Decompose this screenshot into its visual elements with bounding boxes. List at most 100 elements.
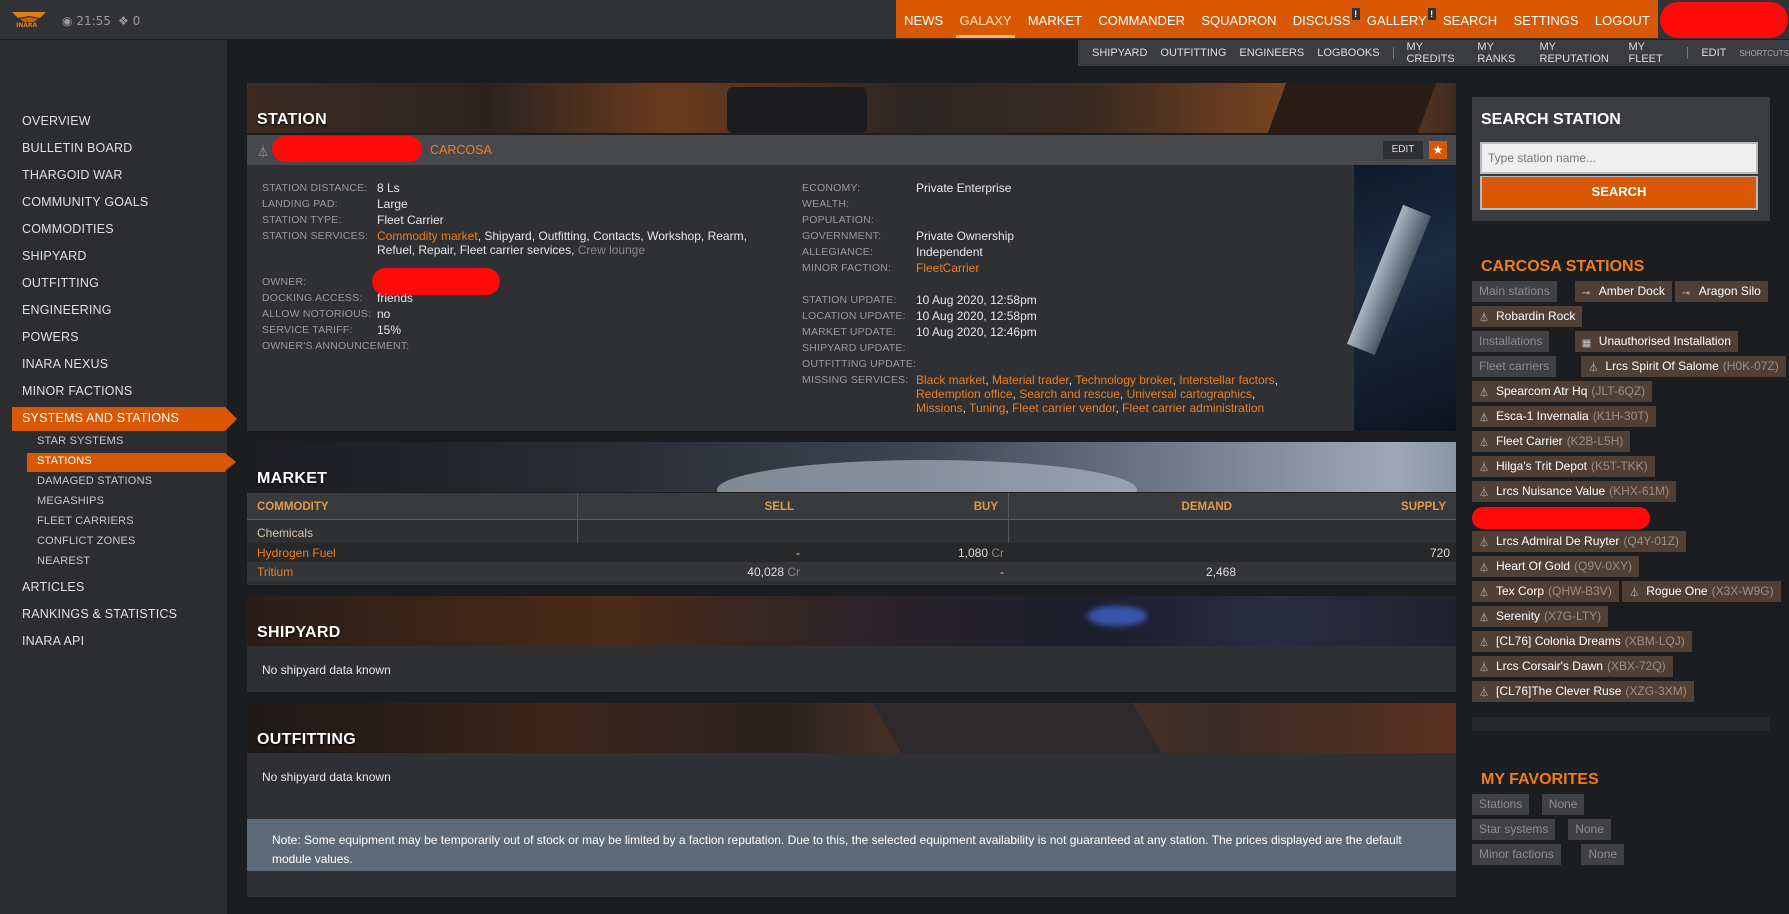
missing-service-material-trader[interactable]: Material trader [992,373,1069,387]
sidebar-subitem-conflict-zones[interactable]: CONFLICT ZONES [37,535,136,547]
fleet-carrier-icon: ⏃ [1479,588,1489,599]
station-link-aragon-silo[interactable]: ⊸ Aragon Silo [1674,281,1768,302]
inara-logo[interactable]: INARA [10,8,48,30]
nav-market[interactable]: MARKET [1025,0,1085,38]
sidebar-subitem-stations[interactable]: STATIONS [37,455,92,467]
station-link-cl76-colonia-dreams[interactable]: ⏃ [CL76] Colonia Dreams (XBM-LQJ) [1472,631,1692,652]
station-link-heart-of-gold[interactable]: ⏃ Heart Of Gold (Q9V-0XY) [1472,556,1640,577]
missing-service-black-market[interactable]: Black market [916,373,985,387]
station-link-esca-1-invernalia[interactable]: ⏃ Esca-1 Invernalia (K1H-30T) [1472,406,1656,427]
subnav-my-credits[interactable]: MY CREDITS [1406,41,1464,65]
sidebar-item-powers[interactable]: POWERS [22,330,79,344]
sidebar-item-minor-factions[interactable]: MINOR FACTIONS [22,384,132,398]
missing-service-search-and-rescue[interactable]: Search and rescue [1019,387,1120,401]
station-search-input[interactable] [1482,144,1756,172]
nav-gallery[interactable]: GALLERY! [1364,0,1436,38]
subnav-logbooks[interactable]: LOGBOOKS [1317,47,1379,59]
messages[interactable]: ❖ 0 [118,14,140,28]
sidebar-subitem-damaged-stations[interactable]: DAMAGED STATIONS [37,475,152,487]
missing-service-interstellar-factors[interactable]: Interstellar factors [1179,373,1274,387]
nav-settings[interactable]: SETTINGS [1511,0,1582,38]
subnav-outfitting[interactable]: OUTFITTING [1160,47,1226,59]
sidebar-item-systems-and-stations[interactable]: SYSTEMS AND STATIONS [22,411,179,425]
label-allegiance: ALLEGIANCE: [802,246,874,258]
sidebar-subitem-star-systems[interactable]: STAR SYSTEMS [37,435,124,447]
sidebar-item-inara-api[interactable]: INARA API [22,634,84,648]
station-search-button[interactable]: SEARCH [1482,177,1756,208]
nav-squadron[interactable]: SQUADRON [1198,0,1279,38]
station-link-fleet-carrier[interactable]: ⏃ Fleet Carrier (K2B-L5H) [1472,431,1631,452]
sidebar-subitem-nearest[interactable]: NEAREST [37,555,90,567]
station-edit-button[interactable]: EDIT [1383,141,1423,159]
subnav-shipyard[interactable]: SHIPYARD [1092,47,1147,59]
sidebar-item-overview[interactable]: OVERVIEW [22,114,91,128]
nav-commander[interactable]: COMMANDER [1095,0,1188,38]
station-link-unauthorised-installation[interactable]: ▦ Unauthorised Installation [1574,331,1738,352]
sidebar-item-inara-nexus[interactable]: INARA NEXUS [22,357,108,371]
commodity-hydrogen-fuel[interactable]: Hydrogen Fuel [257,546,336,560]
missing-service-missions[interactable]: Missions [916,401,963,415]
service-commodity-market-link[interactable]: Commodity market [377,229,478,243]
station-link-lrcs-nuisance-value[interactable]: ⏃ Lrcs Nuisance Value (KHX-61M) [1472,481,1677,502]
station-link-serenity[interactable]: ⏃ Serenity (X7G-LTY) [1472,606,1609,627]
missing-service-redemption-office[interactable]: Redemption office [916,387,1013,401]
demand-value: 2,468 [1205,565,1236,579]
buy-value: - [1000,565,1004,579]
station-link-cl76-the-clever-ruse[interactable]: ⏃ [CL76]The Clever Ruse (XZG-3XM) [1472,681,1694,702]
subnav-shortcuts[interactable]: SHORTCUTS [1739,49,1789,58]
station-system-link[interactable]: CARCOSA [430,143,492,157]
nav-label: COMMANDER [1098,13,1186,28]
col-commodity[interactable]: COMMODITY [257,501,329,513]
subnav-my-ranks[interactable]: MY RANKS [1477,41,1526,65]
sidebar-item-articles[interactable]: ARTICLES [22,580,85,594]
sidebar-item-shipyard[interactable]: SHIPYARD [22,249,87,263]
nav-search[interactable]: SEARCH [1440,0,1500,38]
station-link-rogue-one[interactable]: ⏃ Rogue One (X3X-W9G) [1622,581,1781,602]
sidebar-item-bulletin-board[interactable]: BULLETIN BOARD [22,141,132,155]
nav-galaxy[interactable]: GALAXY [956,0,1015,38]
sidebar-item-thargoid-war[interactable]: THARGOID WAR [22,168,123,182]
station-link-tex-corp[interactable]: ⏃ Tex Corp (QHW-B3V) [1472,581,1619,602]
missing-service-fleet-carrier-administration[interactable]: Fleet carrier administration [1122,401,1264,415]
chat-icon: ❖ [118,14,129,28]
market-header-row [247,493,1456,520]
col-buy[interactable]: BUY [900,501,998,513]
sidebar-subitem-fleet-carriers[interactable]: FLEET CARRIERS [37,515,134,527]
subnav-edit[interactable]: EDIT [1701,47,1726,59]
commodity-tritium[interactable]: Tritium [257,565,293,579]
sidebar-subitem-megaships[interactable]: MEGASHIPS [37,495,104,507]
missing-service-universal-cartographics[interactable]: Universal cartographics [1127,387,1252,401]
fleet-carrier-icon: ⏃ [1479,413,1489,424]
subnav-my-fleet[interactable]: MY FLEET [1629,41,1675,65]
missing-service-technology-broker[interactable]: Technology broker [1075,373,1172,387]
col-sell[interactable]: SELL [700,501,794,513]
sidebar-item-community-goals[interactable]: COMMUNITY GOALS [22,195,148,209]
buy-unit: Cr [988,546,1004,560]
col-supply[interactable]: SUPPLY [1300,501,1446,513]
sidebar-item-engineering[interactable]: ENGINEERING [22,303,112,317]
station-link-lrcs-spirit-of-salome[interactable]: ⏃ Lrcs Spirit Of Salome (H0K-07Z) [1581,356,1786,377]
sidebar-item-rankings-statistics[interactable]: RANKINGS & STATISTICS [22,607,177,621]
value-minor-faction[interactable]: FleetCarrier [916,261,979,275]
nav-discuss[interactable]: DISCUSS! [1290,0,1360,38]
station-link-hilga-s-trit-depot[interactable]: ⏃ Hilga's Trit Depot (K5T-TKK) [1472,456,1655,477]
subnav-engineers[interactable]: ENGINEERS [1239,47,1304,59]
station-link-amber-dock[interactable]: ⊸ Amber Dock [1574,281,1672,302]
sidebar-item-outfitting[interactable]: OUTFITTING [22,276,99,290]
station-link-lrcs-admiral-de-ruyter[interactable]: ⏃ Lrcs Admiral De Ruyter (Q4Y-01Z) [1472,531,1686,552]
station-link-robardin-rock[interactable]: ⏃ Robardin Rock [1472,306,1583,327]
station-code: (X3X-W9G) [1711,584,1774,598]
missing-service-fleet-carrier-vendor[interactable]: Fleet carrier vendor [1012,401,1115,415]
sidebar-item-commodities[interactable]: COMMODITIES [22,222,114,236]
separator: , [1119,387,1127,401]
col-demand[interactable]: DEMAND [1100,501,1232,513]
subnav-my-reputation[interactable]: MY REPUTATION [1540,41,1616,65]
station-link-spearcom-atr-hq[interactable]: ⏃ Spearcom Atr Hq (JLT-6QZ) [1472,381,1653,402]
station-link-lrcs-corsair-s-dawn[interactable]: ⏃ Lrcs Corsair's Dawn (XBX-72Q) [1472,656,1673,677]
nav-logout[interactable]: LOGOUT [1592,0,1653,38]
nav-label: NEWS [904,13,944,28]
missing-service-tuning[interactable]: Tuning [969,401,1005,415]
favorite-star-button[interactable]: ★ [1429,141,1447,159]
outfitting-banner: OUTFITTING [247,703,1456,753]
nav-news[interactable]: NEWS [901,0,946,38]
